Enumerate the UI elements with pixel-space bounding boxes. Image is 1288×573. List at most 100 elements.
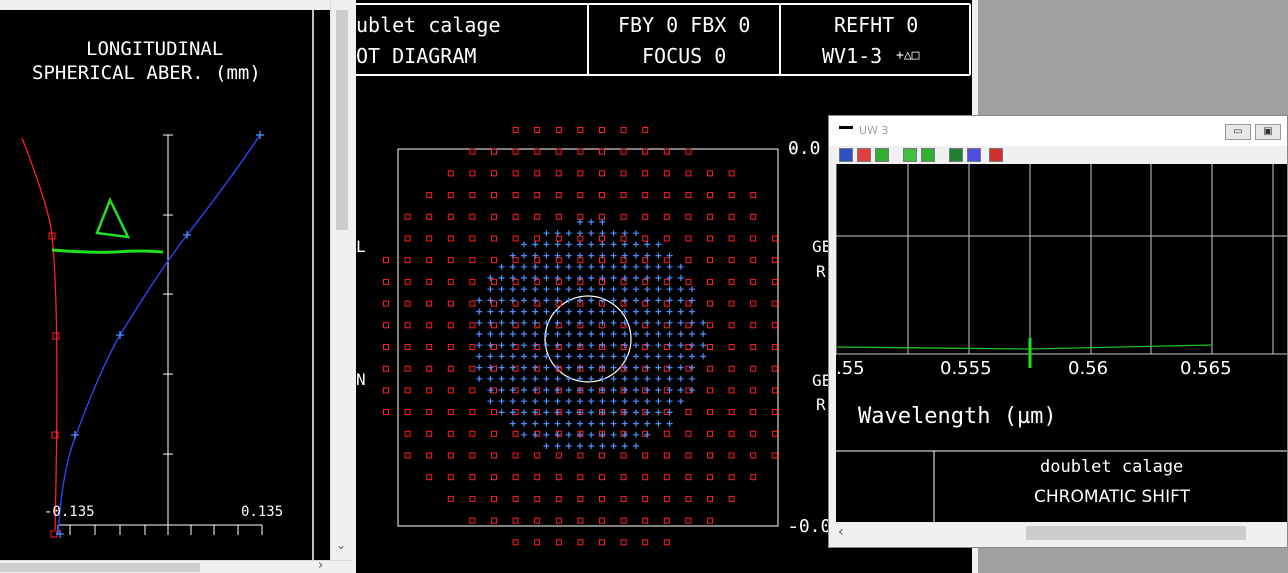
scroll-down-arrow[interactable]: ⌄ [336, 538, 346, 552]
blue-spot [689, 297, 695, 304]
blue-spot [666, 342, 673, 349]
red-spot [491, 430, 497, 437]
red-spot [750, 300, 757, 307]
red-spot [491, 517, 497, 524]
chromatic-shift-window[interactable]: UW 3 ▭ ▣ .55 0.555 0.56 0.565 Wavelength… [828, 115, 1288, 548]
blue-spot [644, 286, 651, 293]
red-spot [599, 213, 605, 220]
red-spot [728, 365, 735, 372]
blue-spot [509, 375, 516, 382]
plus-icon-2[interactable] [921, 148, 935, 162]
red-spot [426, 257, 433, 264]
blue-spot [610, 353, 617, 360]
blue-spot [476, 308, 483, 315]
blue-spot [610, 387, 617, 393]
hscroll-thumb[interactable] [0, 563, 200, 572]
red-spot [750, 213, 757, 220]
red-spot [534, 127, 541, 133]
blue-spot [577, 308, 583, 315]
red-spot [383, 344, 389, 350]
hscroll-thumb[interactable] [1026, 526, 1246, 540]
horizontal-scrollbar[interactable]: › [0, 558, 352, 573]
window-titlebar[interactable]: UW 3 ▭ ▣ [829, 116, 1287, 146]
red-spot [469, 474, 476, 481]
red-spot [512, 474, 519, 481]
blue-spot [689, 353, 695, 360]
blue-spot [655, 375, 662, 382]
red-spot [512, 495, 519, 502]
blue-spot [509, 398, 516, 405]
left-cut-label1: L [356, 237, 366, 256]
blue-spot [554, 263, 561, 270]
red-spot [728, 409, 735, 416]
red-spot [620, 495, 627, 502]
blue-spot [655, 364, 662, 371]
blue-spot [554, 431, 561, 438]
grid-icon[interactable] [903, 148, 917, 162]
blue-spot [521, 353, 527, 360]
blue-spot [565, 263, 572, 270]
layers-icon[interactable] [839, 148, 853, 162]
red-spot [577, 452, 584, 459]
minimize-button[interactable]: ▭ [1225, 124, 1251, 140]
dash-icon[interactable] [949, 148, 963, 162]
header-mid-line2: FOCUS 0 [642, 44, 727, 68]
header-right-line2: WV1-3 [822, 44, 883, 68]
blue-spot [554, 297, 561, 304]
cross-icon[interactable] [857, 148, 871, 162]
blue-spot [655, 353, 662, 360]
blue-spot [588, 308, 595, 315]
red-spot [728, 495, 735, 502]
blue-spot [565, 297, 572, 304]
blue-spot [554, 331, 561, 337]
blue-spot [487, 275, 494, 281]
scroll-left-arrow[interactable]: ‹ [838, 524, 844, 540]
blue-spot [521, 420, 527, 427]
wavelength-symbols: +△□ [896, 48, 920, 63]
blue-spot [577, 219, 583, 225]
paint-icon[interactable] [967, 148, 981, 162]
blue-spot [644, 364, 651, 371]
red-spot [750, 235, 757, 242]
x-axis-ticks [57, 525, 263, 535]
red-spot [642, 495, 649, 502]
vertical-scrollbar[interactable]: ⌄ [330, 0, 352, 560]
red-spot [707, 344, 713, 350]
horizontal-scrollbar[interactable]: ‹ [836, 522, 1287, 547]
red-spot [663, 213, 670, 220]
red-spot [512, 430, 519, 437]
blue-spot [476, 331, 483, 337]
blue-spot [487, 286, 494, 293]
scroll-right-arrow[interactable]: › [318, 558, 323, 573]
maximize-button[interactable]: ▣ [1255, 124, 1281, 140]
grid-icon-2[interactable] [989, 148, 1003, 162]
red-spot [707, 495, 713, 502]
blue-spot [655, 297, 662, 304]
red-spot [771, 322, 778, 329]
red-spot [447, 235, 454, 242]
scroll-thumb[interactable] [336, 10, 348, 230]
red-spot [404, 322, 411, 329]
plus-icon[interactable] [875, 148, 889, 162]
red-spot [555, 170, 562, 177]
blue-spot [554, 286, 561, 293]
blue-spot [521, 263, 527, 270]
blue-spot [700, 342, 707, 349]
red-spot [620, 539, 627, 546]
red-spot [728, 192, 735, 199]
red-spot [642, 235, 649, 242]
red-spot [534, 474, 541, 481]
red-spot [491, 452, 497, 459]
blue-spot [577, 331, 583, 337]
red-spot [620, 192, 627, 199]
blue-spot [689, 331, 695, 337]
blue-spot [633, 353, 639, 360]
red-spot [383, 365, 389, 372]
blue-spot [610, 443, 617, 449]
red-spot [426, 430, 433, 437]
red-spot [728, 213, 735, 220]
red-spot [469, 387, 476, 394]
red-spot [491, 300, 497, 307]
red-spot [663, 495, 670, 502]
blue-spot [588, 331, 595, 337]
